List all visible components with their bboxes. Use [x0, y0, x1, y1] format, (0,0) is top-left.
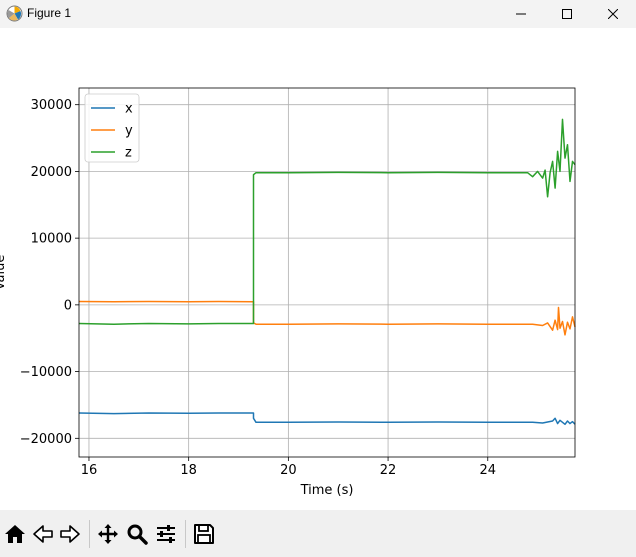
- forward-button[interactable]: [58, 522, 82, 546]
- home-button[interactable]: [3, 522, 27, 546]
- back-arrow-icon: [33, 525, 53, 543]
- y-tick-label: 20000: [31, 165, 72, 180]
- configure-subplots-icon: [157, 525, 175, 543]
- y-tick-label: 0: [64, 298, 72, 313]
- close-icon: [608, 9, 618, 19]
- toolbar-separator: [89, 520, 90, 548]
- matplotlib-app-icon: [6, 5, 23, 22]
- save-icon: [194, 524, 214, 544]
- y-axis-label: Value: [0, 255, 8, 291]
- save-button[interactable]: [192, 522, 216, 546]
- x-tick-label: 24: [479, 463, 496, 478]
- maximize-button[interactable]: [544, 0, 590, 28]
- navigation-toolbar: [0, 510, 636, 557]
- toolbar-separator: [185, 520, 186, 548]
- forward-arrow-icon: [60, 525, 80, 543]
- line-chart: 16 18 20 22 24 −20000 −10000 0 10000 20000 30000 Ti…: [0, 87, 576, 498]
- minimize-icon: [516, 13, 526, 15]
- axes-background: [79, 88, 575, 457]
- close-button[interactable]: [590, 0, 636, 28]
- window-title: Figure 1: [27, 6, 72, 20]
- pan-button[interactable]: [96, 522, 120, 546]
- maximize-icon: [562, 9, 572, 19]
- legend-label-x: x: [125, 102, 133, 117]
- pan-icon: [98, 524, 118, 544]
- zoom-button[interactable]: [125, 522, 149, 546]
- y-tick-label: 10000: [31, 232, 72, 247]
- x-axis-label: Time (s): [300, 483, 354, 498]
- minimize-button[interactable]: [498, 0, 544, 28]
- home-icon: [5, 525, 25, 543]
- x-tick-label: 18: [180, 463, 197, 478]
- x-tick-label: 22: [380, 463, 397, 478]
- configure-subplots-button[interactable]: [154, 522, 178, 546]
- x-tick-label: 16: [81, 463, 98, 478]
- zoom-icon: [127, 524, 148, 545]
- figure-canvas[interactable]: 16 18 20 22 24 −20000 −10000 0 10000 20000 30000 Ti…: [0, 28, 636, 510]
- y-tick-label: −20000: [20, 432, 72, 447]
- legend-label-y: y: [125, 124, 133, 139]
- back-button[interactable]: [31, 522, 55, 546]
- y-tick-label: 30000: [31, 98, 72, 113]
- x-tick-label: 20: [280, 463, 297, 478]
- y-tick-label: −10000: [20, 365, 72, 380]
- window-titlebar: Figure 1: [0, 0, 636, 28]
- legend-label-z: z: [125, 146, 132, 161]
